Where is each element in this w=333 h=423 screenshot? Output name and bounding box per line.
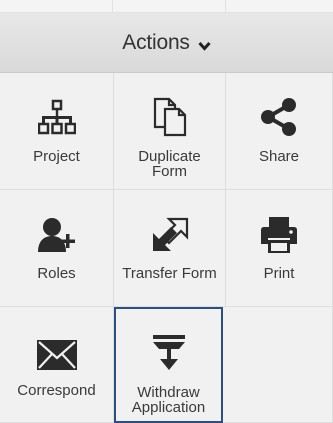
action-label: Withdraw Application [131,384,206,416]
actions-grid: Project Duplicate Form Share Roles Trans… [0,73,333,423]
duplicate-icon [151,93,189,137]
action-print[interactable]: Print [226,190,333,307]
action-correspond[interactable]: Correspond [0,307,114,423]
action-roles[interactable]: Roles [0,190,114,307]
top-strip [0,0,333,13]
share-icon [259,93,299,137]
add-user-icon [37,210,77,254]
transfer-icon [150,210,190,254]
action-label: Roles [37,265,76,282]
org-chart-icon [37,93,76,137]
action-label: Project [33,148,80,165]
action-label: Transfer Form [122,265,217,282]
action-withdraw-application[interactable]: Withdraw Application [114,307,223,423]
action-label: Duplicate Form [138,148,201,180]
chevron-down-icon [198,38,211,51]
action-duplicate-form[interactable]: Duplicate Form [114,73,226,190]
actions-dropdown-button[interactable]: Actions [0,13,333,73]
printer-icon [259,210,299,254]
withdraw-icon [149,329,189,373]
envelope-icon [36,327,78,371]
actions-title: Actions [122,30,190,54]
action-share[interactable]: Share [226,73,333,190]
action-label: Print [263,265,295,282]
action-label: Correspond [17,382,96,399]
empty-tile [223,307,333,423]
top-strip-segment [113,0,226,12]
action-transfer-form[interactable]: Transfer Form [114,190,226,307]
action-label: Share [258,148,300,165]
action-project[interactable]: Project [0,73,114,190]
top-strip-segment [0,0,113,12]
